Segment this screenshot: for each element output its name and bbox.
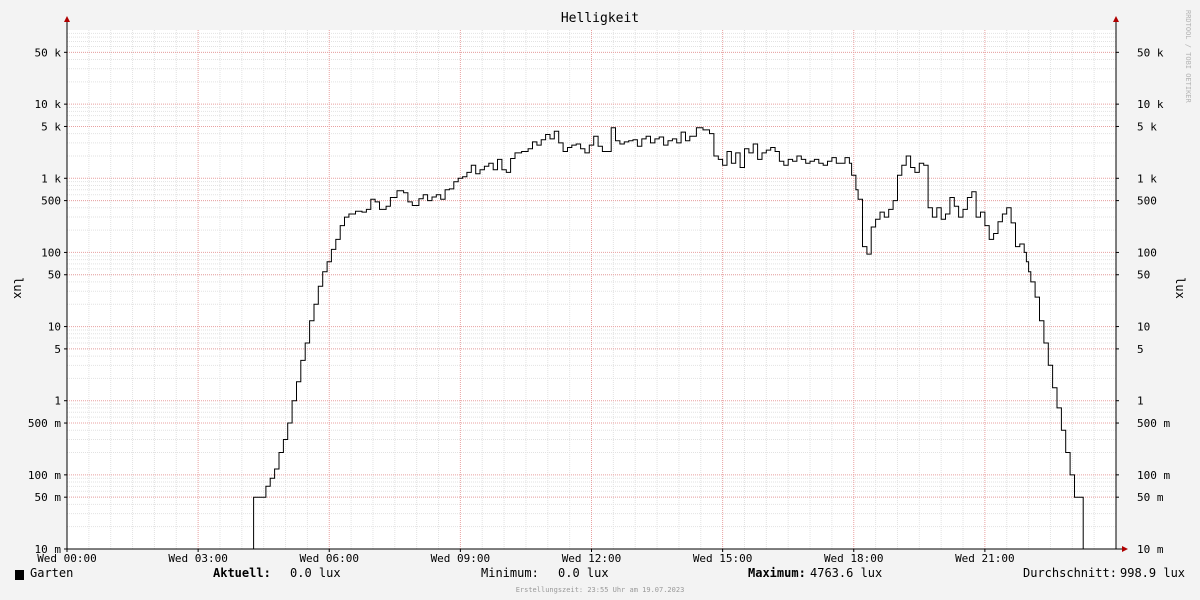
y-tick-label-right: 10 k xyxy=(1137,98,1164,111)
x-axis-arrow xyxy=(1122,546,1128,552)
y-tick-label-left: 50 k xyxy=(35,46,62,59)
y-tick-label-right: 500 xyxy=(1137,195,1157,208)
y-tick-label-right: 5 k xyxy=(1137,120,1157,133)
legend-min-value: 0.0 lux xyxy=(558,566,609,580)
y-axis-arrow-left xyxy=(64,16,70,22)
y-tick-label-left: 1 xyxy=(54,395,61,408)
x-tick-label: Wed 15:00 xyxy=(693,552,753,565)
y-tick-label-left: 5 k xyxy=(41,120,61,133)
y-tick-label-right: 100 xyxy=(1137,246,1157,259)
y-tick-label-right: 50 xyxy=(1137,269,1150,282)
legend-max-value: 4763.6 lux xyxy=(810,566,883,580)
y-tick-label-left: 10 k xyxy=(35,98,62,111)
y-tick-label-left: 500 xyxy=(41,195,61,208)
y-tick-label-right: 1 k xyxy=(1137,172,1157,185)
x-tick-label: Wed 12:00 xyxy=(562,552,622,565)
y-tick-label-right: 500 m xyxy=(1137,417,1170,430)
watermark: RRDTOOL / TOBI OETIKER xyxy=(1184,10,1192,103)
y-tick-label-left: 10 m xyxy=(35,543,62,556)
y-tick-label-left: 500 m xyxy=(28,417,61,430)
y-tick-label-right: 10 xyxy=(1137,321,1150,334)
y-tick-label-left: 100 m xyxy=(28,469,61,482)
legend-avg-label: Durchschnitt: xyxy=(1023,566,1117,580)
y-tick-label-right: 5 xyxy=(1137,343,1144,356)
chart-title: Helligkeit xyxy=(561,11,639,26)
y-tick-label-right: 1 xyxy=(1137,395,1144,408)
y-tick-label-left: 5 xyxy=(54,343,61,356)
chart: Wed 00:00 Wed 03:00 Wed 06:00 Wed 09:00 Wed … xyxy=(0,0,1200,600)
legend-series-name: Garten xyxy=(30,566,74,580)
legend-current-value: 0.0 lux xyxy=(290,566,341,580)
legend-max-label: Maximum: xyxy=(748,566,806,580)
x-tick-label: Wed 21:00 xyxy=(955,552,1015,565)
y-tick-label-left: 100 xyxy=(41,246,61,259)
grid xyxy=(67,30,1116,550)
legend: Garten Aktuell: 0.0 lux Minimum: 0.0 lux… xyxy=(0,566,1200,584)
y-tick-label-right: 100 m xyxy=(1137,469,1170,482)
y-axis-label-right: lux xyxy=(1173,277,1187,299)
y-axis-arrow-right xyxy=(1113,16,1119,22)
chart-svg: Wed 00:00 Wed 03:00 Wed 06:00 Wed 09:00 Wed … xyxy=(11,11,1187,565)
y-tick-label-left: 1 k xyxy=(41,172,61,185)
y-tick-label-right: 10 m xyxy=(1137,543,1164,556)
x-tick-label: Wed 18:00 xyxy=(824,552,884,565)
x-tick-label: Wed 06:00 xyxy=(299,552,359,565)
y-tick-label-left: 50 m xyxy=(35,491,62,504)
legend-min-label: Minimum: xyxy=(481,566,539,580)
y-tick-label-left: 50 xyxy=(48,269,61,282)
x-tick-label: Wed 09:00 xyxy=(431,552,491,565)
y-axis-label-left: lux xyxy=(11,277,25,299)
legend-current-label: Aktuell: xyxy=(213,566,271,580)
legend-swatch xyxy=(15,570,24,580)
y-tick-label-left: 10 xyxy=(48,321,61,334)
y-tick-label-right: 50 k xyxy=(1137,46,1164,59)
footer-timestamp: Erstellungszeit: 23:55 Uhr am 19.07.2023 xyxy=(515,586,685,594)
y-tick-label-right: 50 m xyxy=(1137,491,1164,504)
legend-avg-value: 998.9 lux xyxy=(1120,566,1186,580)
x-tick-label: Wed 03:00 xyxy=(168,552,228,565)
